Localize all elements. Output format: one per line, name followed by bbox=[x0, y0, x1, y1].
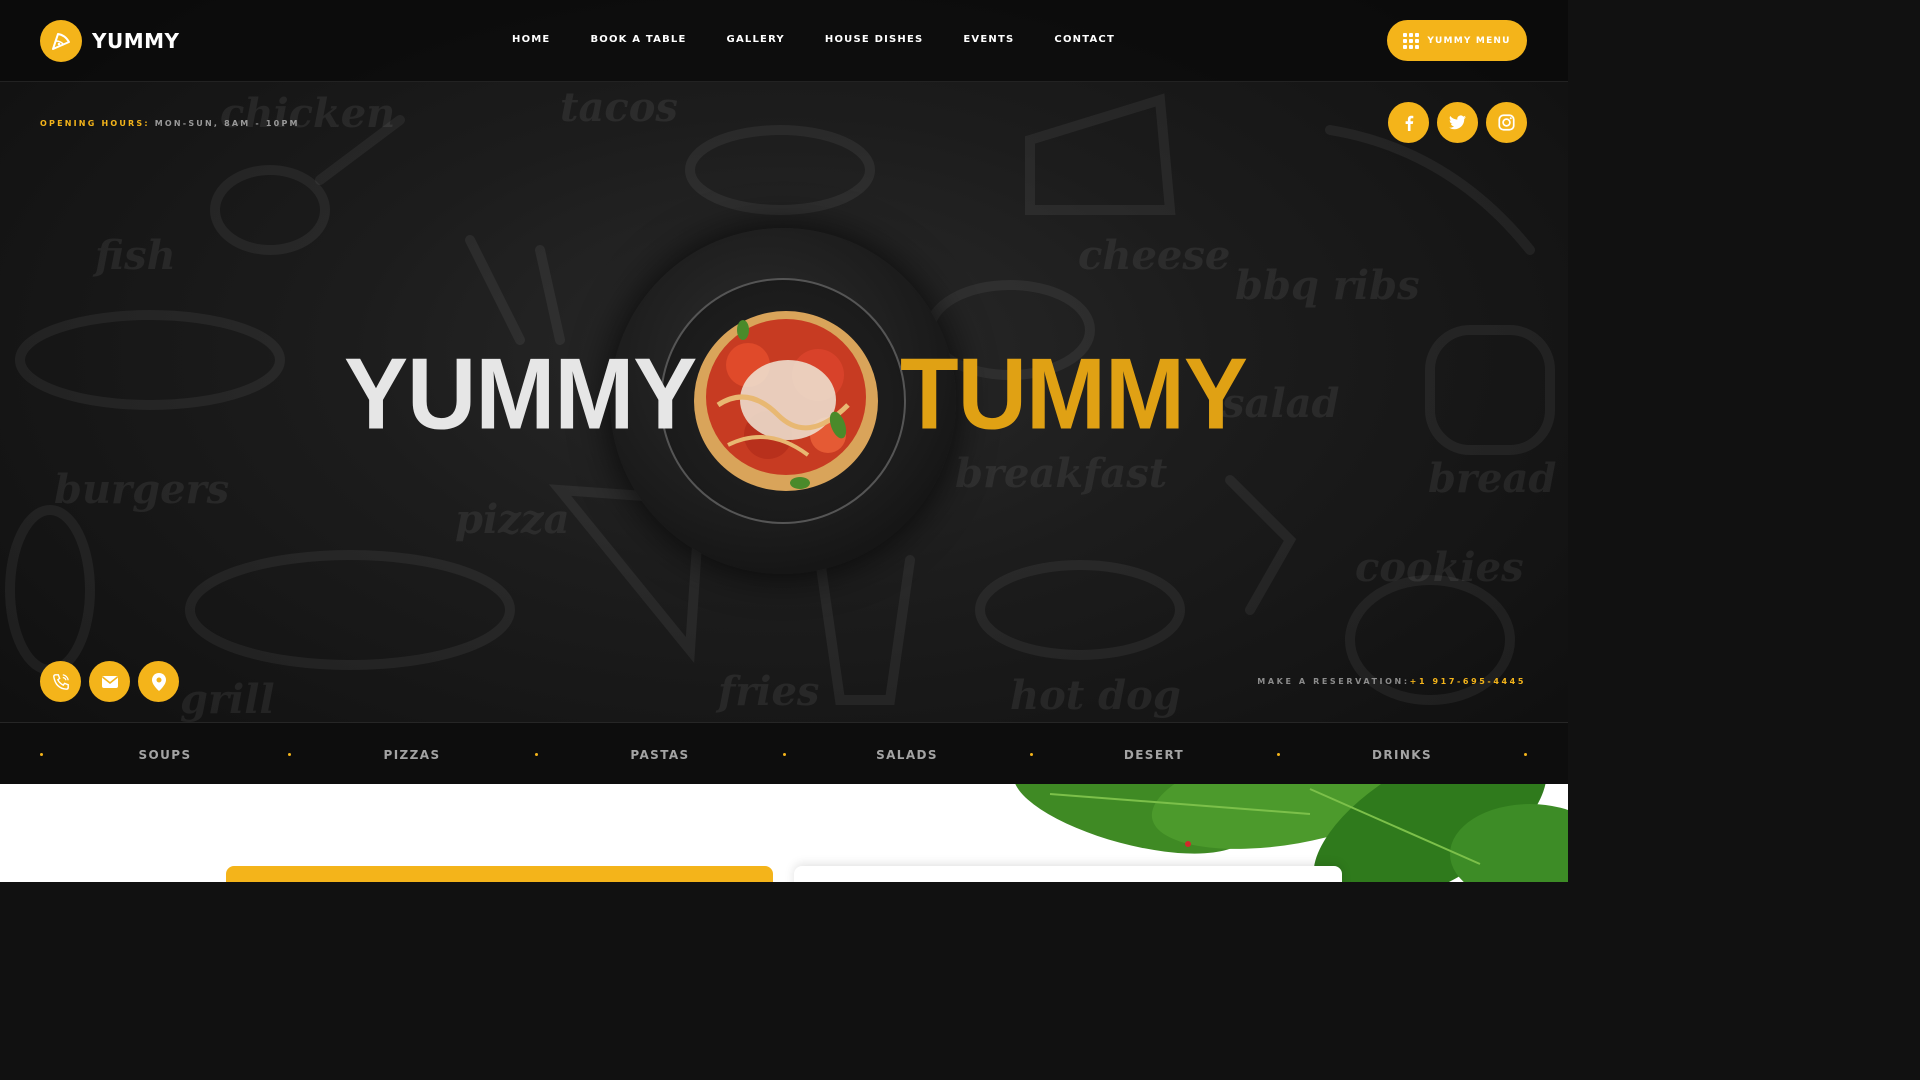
separator-dot bbox=[288, 753, 291, 756]
instagram-icon[interactable] bbox=[1486, 102, 1527, 143]
opening-hours-value: MON-SUN, 8AM - 10PM bbox=[149, 119, 300, 128]
nav-gallery[interactable]: GALLERY bbox=[727, 34, 785, 45]
grid-icon bbox=[1403, 32, 1420, 49]
doodle-word: bbq ribs bbox=[1235, 262, 1420, 309]
doodle-word: chicken bbox=[220, 90, 396, 137]
doodle-word: tacos bbox=[560, 84, 678, 131]
reservation-phone-link[interactable]: +1 917-695-4445 bbox=[1410, 677, 1526, 686]
separator-dot bbox=[40, 753, 43, 756]
content-section bbox=[0, 784, 1568, 882]
doodle-word: grill bbox=[180, 676, 275, 723]
reservation-label: MAKE A RESERVATION: bbox=[1257, 677, 1410, 686]
opening-hours-label: OPENING HOURS: bbox=[40, 119, 150, 128]
doodle-word: burgers bbox=[54, 466, 230, 513]
doodle-word: breakfast bbox=[955, 450, 1168, 497]
spaghetti-dish-image bbox=[694, 311, 878, 491]
facebook-icon[interactable] bbox=[1388, 102, 1429, 143]
separator-dot bbox=[1277, 753, 1280, 756]
hero-section: chicken tacos fish cheese bbq ribs salad… bbox=[0, 0, 1568, 784]
reservation-info: MAKE A RESERVATION:+1 917-695-4445 bbox=[1257, 677, 1526, 686]
doodle-word: fish bbox=[95, 232, 176, 279]
top-navigation-bar: YUMMY HOME BOOK A TABLE GALLERY HOUSE DI… bbox=[0, 0, 1568, 82]
nav-events[interactable]: EVENTS bbox=[963, 34, 1014, 45]
pizza-slice-icon bbox=[40, 20, 82, 62]
separator-dot bbox=[783, 753, 786, 756]
opening-hours: OPENING HOURS: MON-SUN, 8AM - 10PM bbox=[40, 119, 300, 128]
category-salads[interactable]: SALADS bbox=[876, 748, 938, 762]
doodle-word: pizza bbox=[455, 496, 570, 543]
nav-book-a-table[interactable]: BOOK A TABLE bbox=[590, 34, 686, 45]
logo-text: YUMMY bbox=[92, 29, 180, 53]
phone-icon[interactable] bbox=[40, 661, 81, 702]
feature-card-white bbox=[794, 866, 1342, 882]
nav-home[interactable]: HOME bbox=[512, 34, 550, 45]
feature-card-yellow bbox=[226, 866, 773, 882]
yummy-menu-label: YUMMY MENU bbox=[1427, 35, 1511, 46]
nav-contact[interactable]: CONTACT bbox=[1054, 34, 1115, 45]
doodle-word: fries bbox=[718, 668, 820, 715]
category-soups[interactable]: SOUPS bbox=[138, 748, 191, 762]
category-pizzas[interactable]: PIZZAS bbox=[384, 748, 441, 762]
doodle-word: bread bbox=[1428, 455, 1557, 502]
category-desert[interactable]: DESERT bbox=[1124, 748, 1184, 762]
category-drinks[interactable]: DRINKS bbox=[1372, 748, 1432, 762]
hero-word-left: YUMMY bbox=[344, 338, 697, 451]
location-icon[interactable] bbox=[138, 661, 179, 702]
separator-dot bbox=[1030, 753, 1033, 756]
category-strip: SOUPS PIZZAS PASTAS SALADS DESERT DRINKS bbox=[0, 722, 1568, 784]
yummy-menu-button[interactable]: YUMMY MENU bbox=[1387, 20, 1527, 61]
separator-dot bbox=[1524, 753, 1527, 756]
social-links bbox=[1388, 102, 1527, 143]
logo[interactable]: YUMMY bbox=[40, 20, 180, 62]
separator-dot bbox=[535, 753, 538, 756]
main-nav: HOME BOOK A TABLE GALLERY HOUSE DISHES E… bbox=[492, 34, 1135, 45]
doodle-word: cheese bbox=[1078, 232, 1231, 279]
doodle-word: cookies bbox=[1355, 544, 1524, 591]
mail-icon[interactable] bbox=[89, 661, 130, 702]
contact-links bbox=[40, 661, 179, 702]
doodle-word: hot dog bbox=[1010, 672, 1181, 719]
nav-house-dishes[interactable]: HOUSE DISHES bbox=[825, 34, 924, 45]
twitter-icon[interactable] bbox=[1437, 102, 1478, 143]
hero-word-right: TUMMY bbox=[900, 338, 1248, 451]
category-pastas[interactable]: PASTAS bbox=[630, 748, 689, 762]
